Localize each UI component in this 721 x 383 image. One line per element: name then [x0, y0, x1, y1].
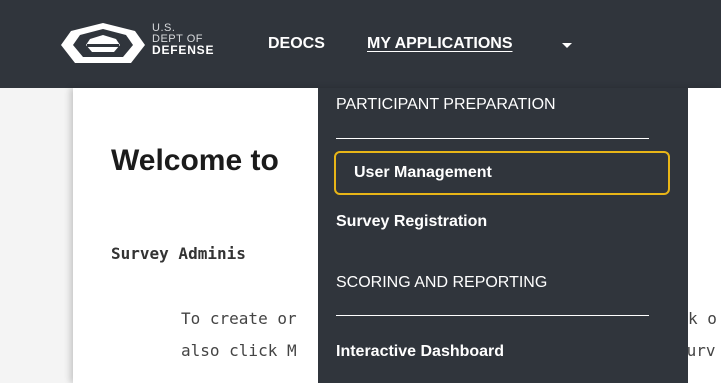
chevron-down-icon[interactable]	[562, 43, 572, 48]
my-applications-dropdown	[318, 88, 688, 383]
menu-item-user-management[interactable]: User Management	[334, 151, 670, 195]
para-line-1: To create or	[181, 309, 297, 328]
dropdown-divider	[336, 315, 649, 316]
top-navbar: U.S. DEPT OF DEFENSE DEOCS MY APPLICATIO…	[0, 0, 721, 88]
menu-item-survey-registration[interactable]: Survey Registration	[336, 213, 487, 231]
menu-item-interactive-dashboard[interactable]: Interactive Dashboard	[336, 343, 504, 361]
dropdown-section-scoring-reporting: SCORING AND REPORTING	[336, 274, 548, 291]
logo-wordmark: U.S. DEPT OF DEFENSE	[152, 23, 215, 57]
dropdown-section-participant-preparation: PARTICIPANT PREPARATION	[336, 96, 556, 113]
dropdown-divider	[336, 138, 649, 139]
para-line-1-tail: k o	[688, 309, 717, 328]
logo-line-3: DEFENSE	[152, 43, 215, 57]
nav-my-applications[interactable]: MY APPLICATIONS	[367, 35, 513, 53]
nav-deocs[interactable]: DEOCS	[268, 35, 325, 53]
pentagon-icon	[61, 23, 145, 63]
para-line-2: also click M	[181, 341, 297, 360]
dod-logo[interactable]: U.S. DEPT OF DEFENSE	[61, 19, 241, 69]
section-heading: Survey Adminis	[111, 244, 246, 263]
page-title: Welcome to	[111, 144, 279, 177]
